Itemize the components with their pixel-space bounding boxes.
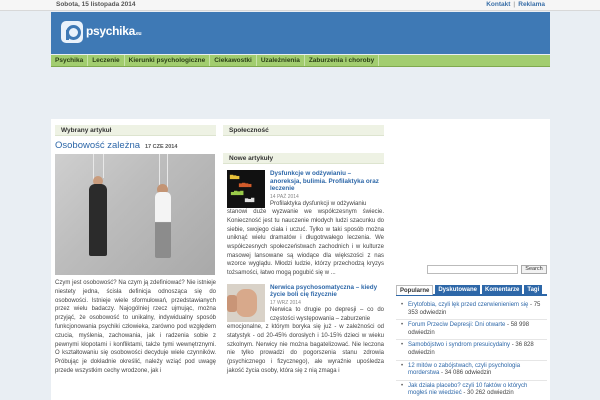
new-article: ▇▆▅ ▆▇▆▅ ▅▇▆▇ ▆▅▇ Dysfunkcje w odżywiani…: [223, 170, 384, 278]
word-cloud-word: ▇▆▅: [230, 174, 240, 179]
sidebar-tabs: Popularne Dyskutowane Komentarze Tagi: [396, 285, 547, 296]
top-links: Kontakt | Reklama: [486, 1, 545, 8]
featured-image[interactable]: [55, 154, 215, 275]
main-navigation: Psychika Leczenie Kierunki psychologiczn…: [51, 55, 550, 67]
top-bar: Sobota, 15 listopada 2014 Kontakt | Reklam…: [0, 0, 600, 11]
face-figure: [236, 288, 257, 317]
search-form: Search: [427, 265, 547, 274]
current-date: Sobota, 15 listopada 2014: [56, 1, 136, 8]
nav-item-ciekawostki[interactable]: Ciekawostki: [210, 55, 257, 66]
search-button[interactable]: Search: [521, 265, 547, 274]
tab-tags[interactable]: Tagi: [524, 285, 543, 295]
man-figure: [89, 184, 107, 256]
featured-excerpt: Czym jest osobowość? Na czym ją zdefinio…: [55, 280, 216, 374]
featured-heading: Wybrany artykuł: [55, 125, 216, 136]
puppet-string: [167, 154, 168, 190]
nav-item-kierunki[interactable]: Kierunki psychologiczne: [125, 55, 211, 66]
popular-link[interactable]: Erytofobia, czyli lęk przed czerwienieni…: [408, 302, 528, 308]
woman-figure: [155, 192, 171, 258]
word-cloud-word: ▅▇▆▇: [231, 190, 244, 195]
hand-figure: [227, 294, 237, 312]
nav-item-zaburzenia[interactable]: Zaburzenia i choroby: [305, 55, 380, 66]
article-excerpt-start: Nerwica to drugie po depresji – co do cz…: [270, 306, 384, 322]
logo-p-icon: [61, 21, 83, 43]
site-logo[interactable]: psychika.eu: [61, 21, 147, 43]
social-heading: Społeczność: [223, 125, 384, 136]
featured-date: 17 CZE 2014: [144, 144, 178, 150]
featured-column: Wybrany artykuł Osobowość zależna 17 CZE…: [55, 125, 216, 376]
search-input[interactable]: [427, 265, 518, 274]
puppet-string: [103, 154, 104, 178]
logo-tld: .eu: [134, 31, 142, 37]
article-title-link[interactable]: Dysfunkcje w odżywianiu – anoreksja, bul…: [270, 170, 384, 193]
tab-comments[interactable]: Komentarze: [482, 285, 523, 295]
article-header: Nerwica psychosomatyczna – kiedy życie b…: [270, 284, 384, 306]
top-links-separator: |: [513, 1, 516, 8]
tab-popular[interactable]: Popularne: [396, 285, 434, 295]
list-item: Samobójstwo i syndrom presuicydalny - 36…: [396, 340, 547, 361]
nav-item-leczenie[interactable]: Leczenie: [88, 55, 125, 66]
article-thumbnail[interactable]: ▇▆▅ ▆▇▆▅ ▅▇▆▇ ▆▅▇: [227, 170, 265, 208]
featured-title-link[interactable]: Osobowość zależna: [55, 140, 140, 151]
popular-list: Erytofobia, czyli lęk przed czerwienieni…: [396, 300, 547, 400]
list-item: 12 mitów o zabójstwach, czyli psychologi…: [396, 361, 547, 381]
advertising-link[interactable]: Reklama: [518, 1, 545, 8]
article-title-link[interactable]: Nerwica psychosomatyczna – kiedy życie b…: [270, 284, 384, 299]
new-article: Nerwica psychosomatyczna – kiedy życie b…: [223, 283, 384, 376]
list-item: Jak działa placebo? czyli 10 faktów o kt…: [396, 381, 547, 400]
article-header: Dysfunkcje w odżywianiu – anoreksja, bul…: [270, 170, 384, 208]
new-articles-heading: Nowe artykuły: [223, 153, 384, 164]
list-item: Forum Przeciw Depresji: Dni otwarte - 58…: [396, 320, 547, 341]
puppet-string: [159, 154, 160, 186]
tab-discussed[interactable]: Dyskutowane: [435, 285, 481, 295]
popular-link[interactable]: Forum Przeciw Depresji: Dni otwarte: [408, 322, 505, 328]
nav-item-psychika[interactable]: Psychika: [51, 55, 89, 66]
visit-count: - 30 262 odwiedzin: [461, 390, 514, 397]
nav-item-uzaleznienia[interactable]: Uzależnienia: [257, 55, 305, 66]
popular-link[interactable]: Samobójstwo i syndrom presuicydalny: [408, 342, 510, 348]
visit-count: - 34 086 odwiedzin: [439, 370, 492, 377]
contact-link[interactable]: Kontakt: [486, 1, 510, 8]
word-cloud-word: ▆▅▇: [245, 197, 255, 202]
logo-text: psychika.eu: [86, 24, 142, 38]
list-item: Erytofobia, czyli lęk przed czerwienieni…: [396, 300, 547, 321]
main-content: Wybrany artykuł Osobowość zależna 17 CZE…: [51, 119, 550, 400]
logo-name: psychika: [86, 24, 135, 38]
article-excerpt: stanowi duże wyzwanie we współczesnym św…: [227, 209, 384, 277]
article-thumbnail[interactable]: [227, 283, 265, 322]
article-excerpt-start: Profilaktyka dysfunkcji w odżywianiu: [270, 200, 367, 207]
word-cloud-word: ▆▇▆▅: [239, 182, 252, 187]
article-excerpt: emocjonalne, z którym boryka się już - w…: [227, 324, 384, 374]
middle-column: Społeczność Nowe artykuły ▇▆▅ ▆▇▆▅ ▅▇▆▇ …: [223, 125, 384, 375]
featured-title-row: Osobowość zależna 17 CZE 2014: [55, 140, 216, 151]
site-header: psychika.eu: [51, 12, 550, 54]
